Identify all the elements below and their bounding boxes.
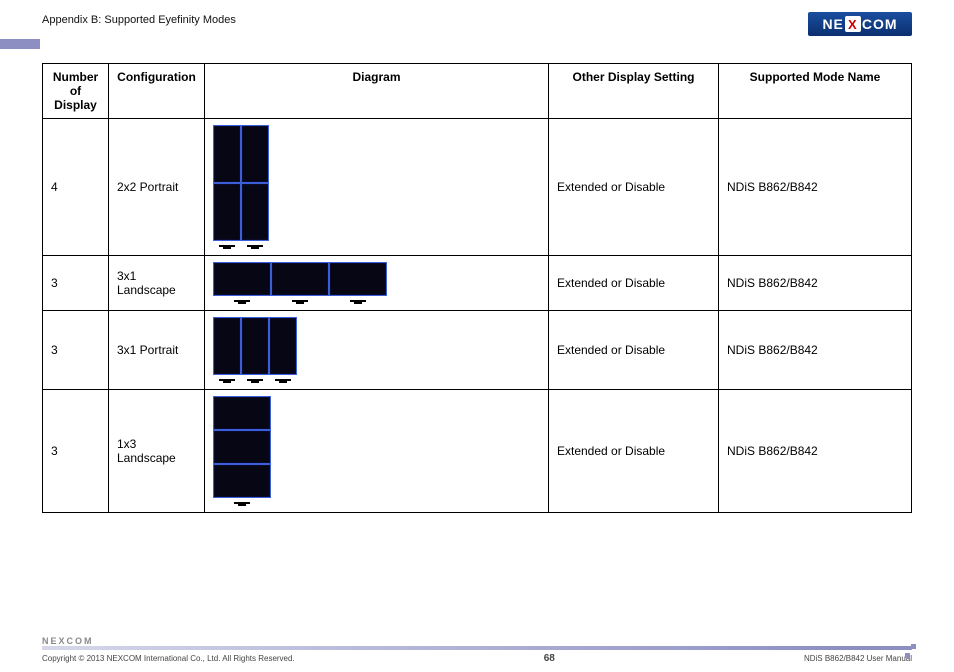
footer-logo: NEXCOM — [42, 636, 912, 646]
diagram-3x1-portrait — [213, 317, 540, 383]
manual-name: NDiS B862/B842 User Manual — [804, 654, 912, 663]
th-diagram: Diagram — [205, 64, 549, 119]
appendix-title: Appendix B: Supported Eyefinity Modes — [42, 12, 236, 26]
logo-x-icon: X — [845, 16, 861, 32]
logo-text-right: COM — [862, 16, 898, 32]
cell-other: Extended or Disable — [549, 119, 719, 256]
th-number: Number of Display — [43, 64, 109, 119]
copyright-text: Copyright © 2013 NEXCOM International Co… — [42, 654, 295, 663]
table-row: 3 3x1 Landscape Extended or Disable NDiS… — [43, 256, 912, 311]
th-config: Configuration — [109, 64, 205, 119]
cell-other: Extended or Disable — [549, 390, 719, 513]
diagram-3x1-landscape — [213, 262, 540, 304]
cell-config: 3x1 Landscape — [109, 256, 205, 311]
table-row: 3 1x3 Landscape Extended or Disable NDiS… — [43, 390, 912, 513]
cell-mode: NDiS B862/B842 — [719, 390, 912, 513]
cell-other: Extended or Disable — [549, 311, 719, 390]
header-corner-accent — [0, 39, 40, 49]
cell-mode: NDiS B862/B842 — [719, 256, 912, 311]
cell-diagram — [205, 256, 549, 311]
page-footer: NEXCOM Copyright © 2013 NEXCOM Internati… — [42, 636, 912, 664]
th-mode: Supported Mode Name — [719, 64, 912, 119]
cell-number: 3 — [43, 311, 109, 390]
cell-number: 3 — [43, 256, 109, 311]
cell-config: 3x1 Portrait — [109, 311, 205, 390]
cell-other: Extended or Disable — [549, 256, 719, 311]
footer-divider — [42, 646, 912, 650]
diagram-2x2-portrait — [213, 125, 540, 249]
cell-config: 1x3 Landscape — [109, 390, 205, 513]
table-row: 4 2x2 Portrait Extended or Disable NDiS … — [43, 119, 912, 256]
cell-diagram — [205, 311, 549, 390]
cell-diagram — [205, 390, 549, 513]
table-row: 3 3x1 Portrait Extended or Disable NDiS … — [43, 311, 912, 390]
cell-mode: NDiS B862/B842 — [719, 311, 912, 390]
page-number: 68 — [544, 653, 555, 664]
diagram-1x3-landscape — [213, 396, 540, 506]
footer-corner-icon — [906, 644, 916, 654]
cell-number: 4 — [43, 119, 109, 256]
logo-text-left: NE — [822, 16, 843, 32]
cell-diagram — [205, 119, 549, 256]
th-other: Other Display Setting — [549, 64, 719, 119]
cell-config: 2x2 Portrait — [109, 119, 205, 256]
eyefinity-modes-table: Number of Display Configuration Diagram … — [42, 63, 912, 513]
cell-mode: NDiS B862/B842 — [719, 119, 912, 256]
cell-number: 3 — [43, 390, 109, 513]
nexcom-logo: NEXCOM — [808, 12, 912, 36]
